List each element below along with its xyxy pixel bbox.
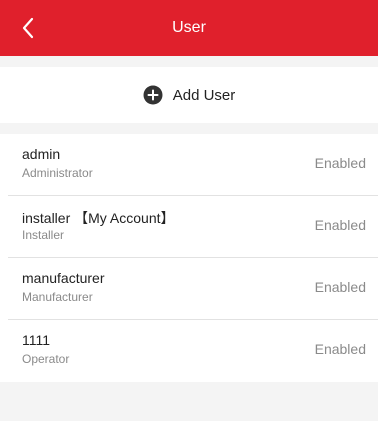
user-row-manufacturer[interactable]: manufacturer Manufacturer Enabled [0, 258, 378, 320]
user-status: Enabled [314, 155, 366, 171]
add-user-button[interactable]: Add User [0, 67, 378, 123]
section-gap [0, 56, 378, 67]
user-role: Administrator [22, 166, 93, 180]
user-status: Enabled [314, 341, 366, 357]
user-role: Manufacturer [22, 290, 93, 304]
user-row-installer[interactable]: installer 【My Account】 Installer Enabled [0, 196, 378, 258]
plus-circle-icon [143, 85, 163, 105]
user-status: Enabled [314, 279, 366, 295]
chevron-left-icon [22, 17, 34, 39]
user-name: 1111 [22, 332, 51, 348]
user-name: installer 【My Account】 [22, 210, 175, 226]
user-row-1111[interactable]: 1111 Operator Enabled [0, 320, 378, 382]
user-row-admin[interactable]: admin Administrator Enabled [0, 134, 378, 196]
back-button[interactable] [8, 8, 48, 48]
user-role: Installer [22, 228, 65, 242]
user-name: manufacturer [22, 270, 105, 286]
user-name: admin [22, 146, 61, 162]
app-header: User [0, 0, 378, 56]
user-status: Enabled [314, 217, 366, 233]
add-user-label: Add User [172, 86, 236, 104]
user-role: Operator [22, 352, 70, 366]
user-list: admin Administrator Enabled installer 【M… [0, 134, 378, 382]
section-gap [0, 123, 378, 134]
page-title: User [172, 19, 206, 36]
